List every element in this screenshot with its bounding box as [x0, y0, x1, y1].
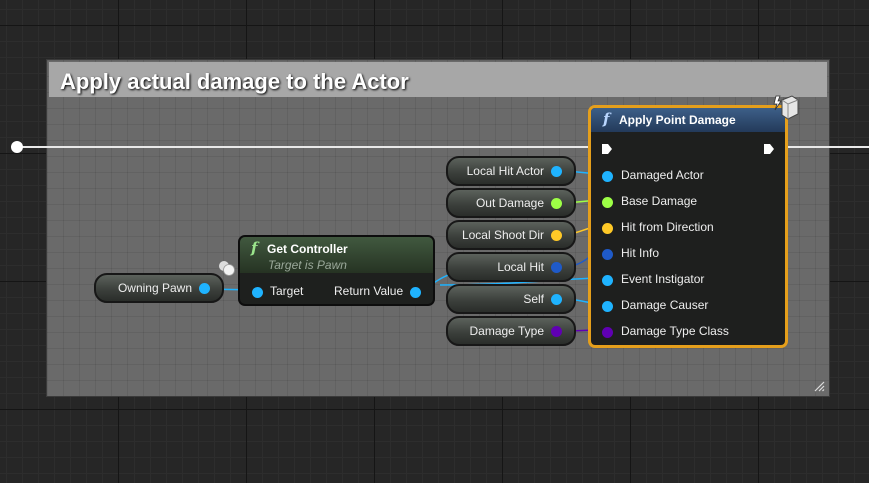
exec-input-pin[interactable] — [601, 143, 613, 155]
base-damage-pin[interactable] — [602, 197, 613, 208]
local-hit-node[interactable]: Local Hit — [446, 252, 576, 282]
out-damage-node[interactable]: Out Damage — [446, 188, 576, 218]
damaged-actor-label: Damaged Actor — [621, 168, 704, 182]
out-damage-label: Out Damage — [475, 196, 544, 210]
get-controller-title: Get Controller — [267, 242, 348, 256]
target-pin-label: Target — [270, 284, 304, 298]
apply-point-damage-node[interactable]: f Apply Point Damage Damaged Actor Base … — [588, 105, 788, 348]
self-node[interactable]: Self — [446, 284, 576, 314]
owning-pawn-label: Owning Pawn — [117, 281, 192, 295]
local-shoot-dir-label: Local Shoot Dir — [461, 228, 544, 242]
hit-info-pin[interactable] — [602, 249, 613, 260]
local-shoot-dir-node[interactable]: Local Shoot Dir — [446, 220, 576, 250]
get-controller-node[interactable]: f Get Controller Target is Pawn Target R… — [238, 235, 435, 306]
event-instigator-pin[interactable] — [602, 275, 613, 286]
local-hit-actor-label: Local Hit Actor — [466, 164, 544, 178]
local-hit-actor-output-pin[interactable] — [551, 166, 562, 177]
comment-bubble-icon[interactable] — [217, 259, 237, 279]
function-icon: f — [603, 110, 610, 128]
damage-type-class-label: Damage Type Class — [621, 324, 729, 338]
hit-from-direction-pin[interactable] — [602, 223, 613, 234]
get-controller-subtitle: Target is Pawn — [268, 258, 347, 272]
local-hit-label: Local Hit — [497, 260, 544, 274]
hit-info-label: Hit Info — [621, 246, 660, 260]
owning-pawn-output-pin[interactable] — [199, 283, 210, 294]
damage-type-node[interactable]: Damage Type — [446, 316, 576, 346]
get-controller-header[interactable]: f Get Controller Target is Pawn — [240, 237, 433, 273]
local-hit-output-pin[interactable] — [551, 262, 562, 273]
self-output-pin[interactable] — [551, 294, 562, 305]
return-value-output-pin[interactable] — [410, 287, 421, 298]
base-damage-label: Base Damage — [621, 194, 698, 208]
return-value-pin-label: Return Value — [334, 284, 404, 298]
target-input-pin[interactable] — [252, 287, 263, 298]
damage-causer-pin[interactable] — [602, 301, 613, 312]
authority-only-icon — [773, 95, 799, 120]
function-icon: f — [251, 239, 258, 257]
owning-pawn-node[interactable]: Owning Pawn — [94, 273, 224, 303]
reroute-node[interactable] — [11, 141, 23, 153]
hit-from-direction-label: Hit from Direction — [621, 220, 714, 234]
damage-causer-label: Damage Causer — [621, 298, 709, 312]
damaged-actor-pin[interactable] — [602, 171, 613, 182]
exec-output-pin[interactable] — [763, 143, 775, 155]
apply-point-damage-title: Apply Point Damage — [619, 113, 736, 127]
out-damage-output-pin[interactable] — [551, 198, 562, 209]
damage-type-output-pin[interactable] — [551, 326, 562, 337]
self-label: Self — [523, 292, 544, 306]
event-instigator-label: Event Instigator — [621, 272, 705, 286]
damage-type-class-pin[interactable] — [602, 327, 613, 338]
apply-point-damage-header[interactable]: f Apply Point Damage — [591, 108, 785, 132]
local-shoot-dir-output-pin[interactable] — [551, 230, 562, 241]
damage-type-label: Damage Type — [469, 324, 545, 338]
local-hit-actor-node[interactable]: Local Hit Actor — [446, 156, 576, 186]
